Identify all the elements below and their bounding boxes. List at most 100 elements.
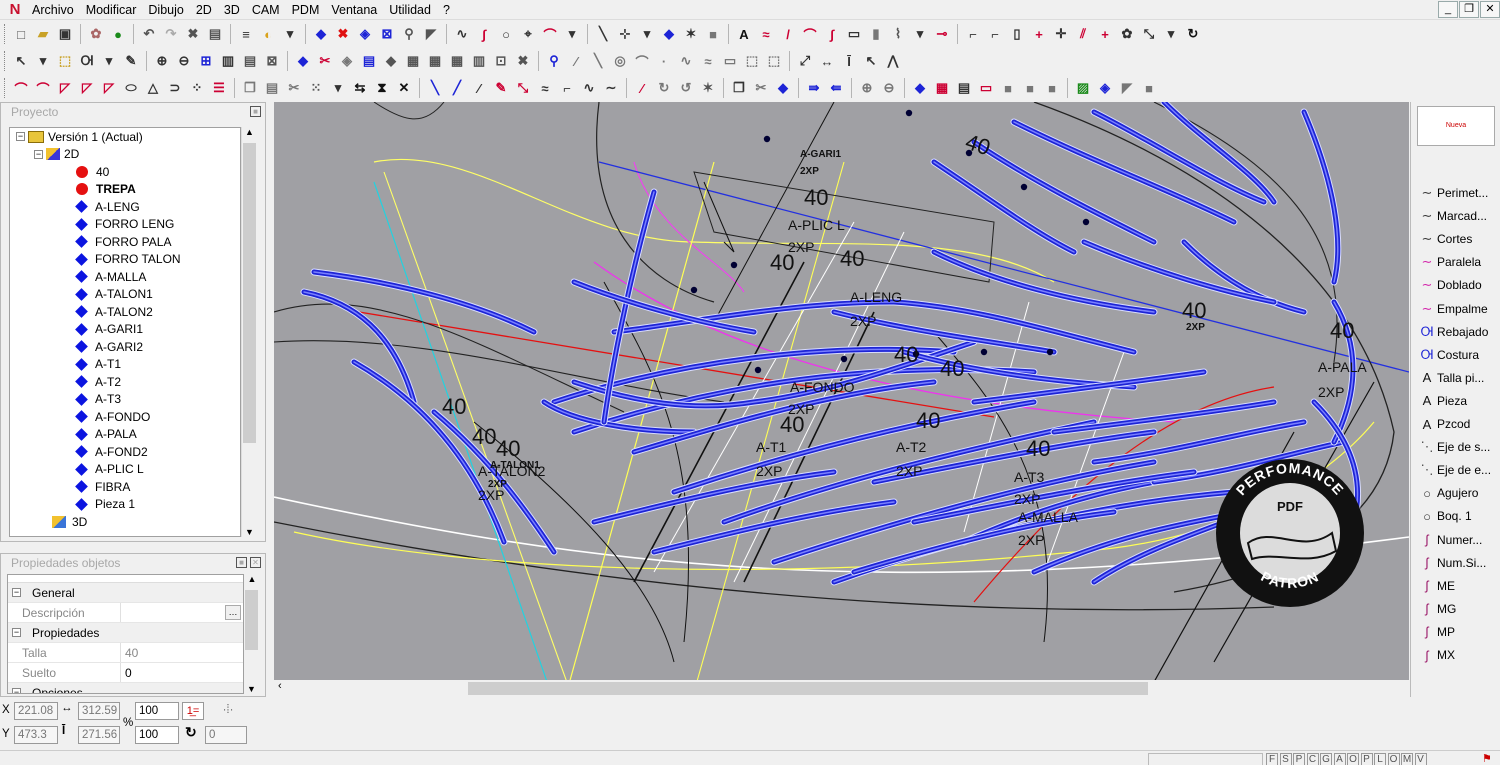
palette-item[interactable]: ∼ Paralela — [1417, 251, 1500, 273]
grid2-icon[interactable]: ▦ — [424, 50, 446, 72]
dropdown-icon[interactable]: ▾ — [561, 23, 583, 45]
tree-item[interactable]: FIBRA — [10, 478, 240, 496]
pin-icon[interactable]: + — [1094, 23, 1116, 45]
table-icon[interactable]: ▤ — [358, 50, 380, 72]
tree-item[interactable]: FORRO LENG — [10, 216, 240, 234]
palette-item[interactable]: A Pieza — [1417, 390, 1500, 412]
menu-pdm[interactable]: PDM — [286, 0, 326, 20]
tree-item[interactable]: FORRO PALA — [10, 233, 240, 251]
save-icon[interactable]: ▣ — [54, 23, 76, 45]
redo-icon[interactable]: ↷ — [160, 23, 182, 45]
arc-c-icon[interactable]: ◸ — [54, 77, 76, 99]
menu-2d[interactable]: 2D — [190, 0, 218, 20]
tree-item[interactable]: A-TALON2 — [10, 303, 240, 321]
zoom-x-field[interactable]: 100 — [135, 702, 179, 720]
canvas-horizontal-scrollbar[interactable]: ‹ — [274, 680, 1409, 697]
block2-icon[interactable]: ■ — [997, 77, 1019, 99]
close-window-button[interactable]: ✕ — [1480, 1, 1500, 18]
edge-icon[interactable]: ⁄ — [565, 50, 587, 72]
spline2-icon[interactable]: ∫ — [821, 23, 843, 45]
palette-item[interactable]: ∼ Doblado — [1417, 274, 1500, 296]
status-toggle[interactable]: F — [1266, 753, 1278, 765]
palette-item[interactable]: ʃ MX — [1417, 644, 1500, 666]
zoom-window-icon[interactable]: ⤡ — [1138, 23, 1160, 45]
x-coordinate-field[interactable]: 221.08 — [14, 702, 58, 720]
arc2-icon[interactable]: ⌒ — [631, 50, 653, 72]
tree-item[interactable]: Pieza 1 — [10, 496, 240, 514]
up-down-icon[interactable]: ◆ — [772, 77, 794, 99]
grade-icon[interactable]: ⚲ — [398, 23, 420, 45]
spline-icon[interactable]: ∫ — [473, 23, 495, 45]
pin-piece-icon[interactable]: ⚲ — [543, 50, 565, 72]
grid4-icon[interactable]: ▥ — [468, 50, 490, 72]
zoom-y-field[interactable]: 100 — [135, 726, 179, 744]
page-icon[interactable]: ▯ — [1006, 23, 1028, 45]
tree-item[interactable]: A-TALON1 — [10, 286, 240, 304]
triangle-icon[interactable]: △ — [142, 77, 164, 99]
cross-red-icon[interactable]: + — [1028, 23, 1050, 45]
scroll-up-icon[interactable]: ▲ — [242, 127, 257, 137]
status-toggle[interactable]: M — [1401, 753, 1413, 765]
select-piece-icon[interactable]: ◆ — [310, 23, 332, 45]
palette-item[interactable]: ○ Boq. 1 — [1417, 505, 1500, 527]
ellipsis-button[interactable]: … — [225, 605, 241, 620]
arc-tool-icon[interactable]: ⌒ — [799, 23, 821, 45]
check-icon[interactable]: ⊡ — [490, 50, 512, 72]
minimize-window-button[interactable]: _ — [1438, 1, 1458, 18]
zoom2-icon[interactable]: ⊕ — [856, 77, 878, 99]
point-icon[interactable]: ⌖ — [517, 23, 539, 45]
grid-icon[interactable]: ▦ — [402, 50, 424, 72]
status-toggle[interactable]: A — [1333, 753, 1346, 765]
list-icon[interactable]: ☰ — [208, 77, 230, 99]
knife-icon[interactable]: / — [777, 23, 799, 45]
y-coordinate-field[interactable]: 473.3 — [14, 726, 58, 744]
scroll-down-icon[interactable]: ▼ — [242, 527, 257, 537]
circle-icon[interactable]: ○ — [495, 23, 517, 45]
height-tool-icon[interactable]: Ī — [838, 50, 860, 72]
restore-window-button[interactable]: ❐ — [1459, 1, 1479, 18]
tree-scroll-thumb[interactable] — [243, 143, 256, 443]
palette-item[interactable]: ∼ Perimet... — [1417, 182, 1500, 204]
piece-outline[interactable] — [1301, 109, 1341, 285]
line3-icon[interactable]: ╲ — [424, 77, 446, 99]
status-toggle[interactable]: P — [1360, 753, 1373, 765]
select-icon[interactable]: ⬚ — [54, 50, 76, 72]
menu-cam[interactable]: CAM — [246, 0, 286, 20]
stitch-tool-icon[interactable]: Ꮊ — [76, 50, 98, 72]
move-piece-icon[interactable]: ◈ — [354, 23, 376, 45]
palette-item[interactable]: ○ Agujero — [1417, 482, 1500, 504]
tree-root[interactable]: − Versión 1 (Actual) — [10, 128, 240, 146]
export-icon[interactable]: ⇛ — [803, 77, 825, 99]
collapse-icon[interactable]: − — [34, 149, 43, 159]
panel-pin-icon[interactable]: ■ — [236, 557, 247, 568]
tree-item[interactable]: TREPA — [10, 181, 240, 199]
menu-dibujo[interactable]: Dibujo — [142, 0, 189, 20]
dot-icon[interactable]: · — [653, 50, 675, 72]
tree-item[interactable]: A-GARI2 — [10, 338, 240, 356]
line6-icon[interactable]: ⁄ — [631, 77, 653, 99]
piece-outline[interactable] — [931, 249, 1157, 315]
shoe2-icon[interactable]: ◤ — [1116, 77, 1138, 99]
category-general[interactable]: − General — [8, 583, 243, 603]
hourglass-icon[interactable]: ⧗ — [371, 77, 393, 99]
ellipse-icon[interactable]: ⬭ — [120, 77, 142, 99]
piece3-icon[interactable]: ◆ — [909, 77, 931, 99]
tree-item[interactable]: A-FOND2 — [10, 443, 240, 461]
offset-icon[interactable]: ⌇ — [887, 23, 909, 45]
palette-item[interactable]: ∼ Marcad... — [1417, 205, 1500, 227]
text-icon[interactable]: A — [733, 23, 755, 45]
collapse-icon[interactable]: − — [12, 588, 21, 597]
copy-icon[interactable]: ❐ — [239, 77, 261, 99]
snap-icon[interactable]: ⁙ — [305, 77, 327, 99]
tree-item[interactable]: A-T3 — [10, 391, 240, 409]
ruler-icon[interactable]: ▥ — [217, 50, 239, 72]
step-icon[interactable]: ⌐ — [556, 77, 578, 99]
wave2-icon[interactable]: ≈ — [534, 77, 556, 99]
toolbar-grip[interactable] — [4, 24, 7, 44]
piece-copy-icon[interactable]: ◈ — [336, 50, 358, 72]
line-icon[interactable]: ╲ — [592, 23, 614, 45]
dots-icon[interactable]: ⁘ — [186, 77, 208, 99]
trim-icon[interactable]: ⤢ — [794, 50, 816, 72]
tree-item[interactable]: A-MALLA — [10, 268, 240, 286]
pen-icon[interactable]: ✎ — [120, 50, 142, 72]
